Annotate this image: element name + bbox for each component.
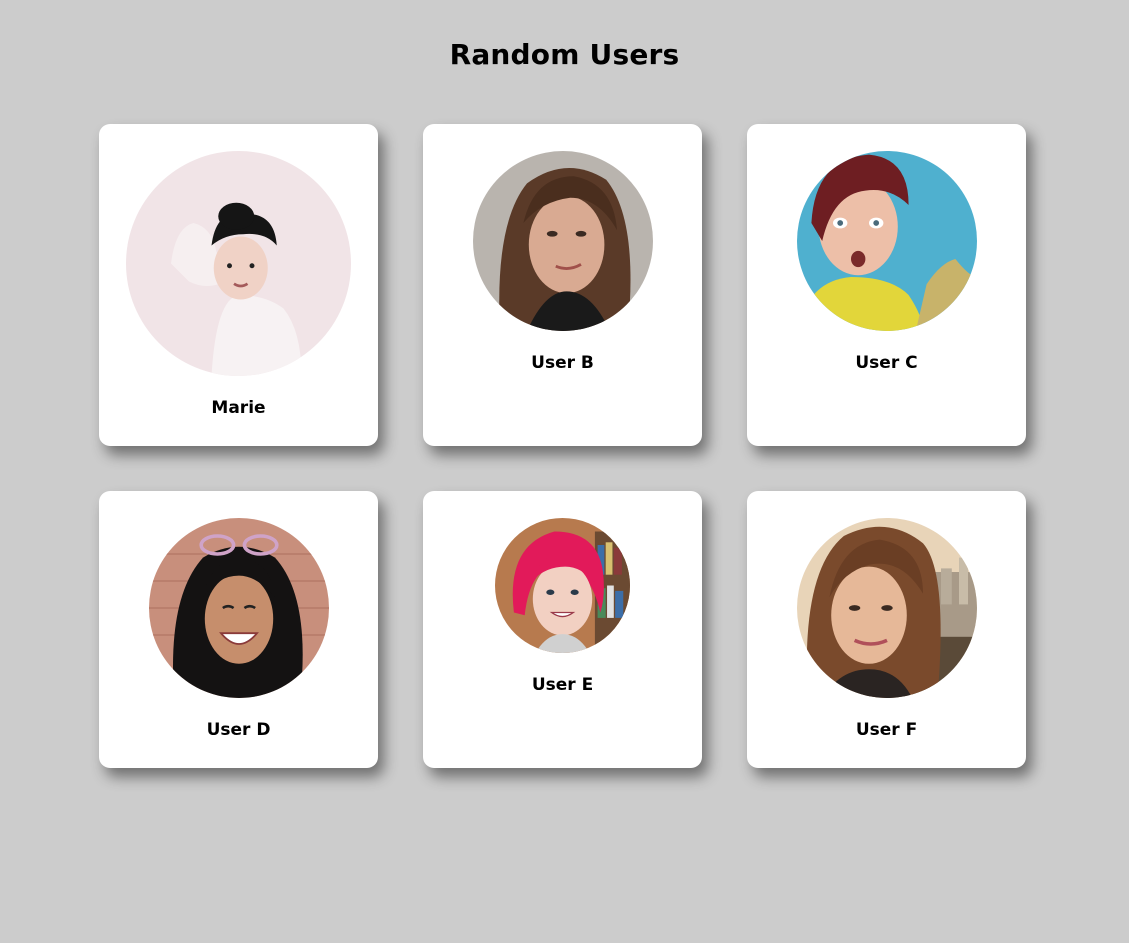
user-name: User D	[206, 720, 271, 740]
user-card[interactable]: User D	[99, 491, 378, 768]
user-name: User B	[531, 353, 594, 373]
page-title: Random Users	[449, 38, 680, 71]
avatar	[472, 151, 653, 331]
user-card[interactable]: User C	[747, 124, 1026, 446]
person-photo-icon	[126, 151, 351, 376]
person-photo-icon	[495, 518, 630, 653]
avatar	[796, 518, 977, 698]
user-name: Marie	[211, 398, 266, 418]
person-photo-icon	[472, 151, 653, 331]
user-name: User F	[855, 720, 918, 740]
avatar	[148, 518, 329, 698]
user-card[interactable]: User E	[423, 491, 702, 768]
avatar	[126, 151, 351, 376]
user-card[interactable]: Marie	[99, 124, 378, 446]
person-photo-icon	[796, 518, 977, 698]
user-name: User E	[531, 675, 594, 695]
avatar	[495, 518, 630, 653]
user-card[interactable]: User B	[423, 124, 702, 446]
avatar	[796, 151, 977, 331]
person-photo-icon	[148, 518, 329, 698]
user-card[interactable]: User F	[747, 491, 1026, 768]
user-name: User C	[855, 353, 918, 373]
person-photo-icon	[796, 151, 977, 331]
